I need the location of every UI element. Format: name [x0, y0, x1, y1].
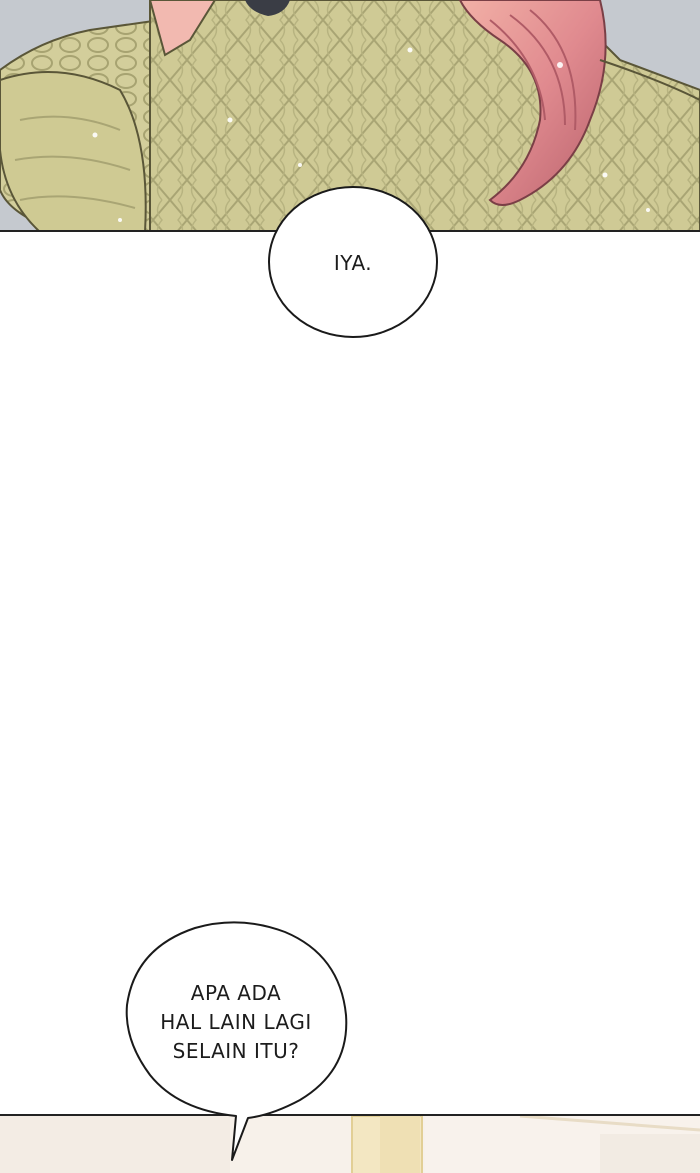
room-illustration — [0, 1116, 700, 1173]
sweater-illustration — [0, 0, 700, 230]
speech-bubble-2-line: APA ADA — [190, 981, 282, 1005]
speech-bubble-1-text: IYA. — [333, 251, 373, 275]
panel-gutter — [0, 232, 700, 1114]
speech-bubble-2-line: SELAIN ITU? — [172, 1039, 300, 1063]
top-comic-panel — [0, 0, 700, 232]
bottom-comic-panel — [0, 1114, 700, 1173]
speech-bubble-2-line: HAL LAIN LAGI — [160, 1010, 312, 1034]
speech-bubble-2-text: APA ADA HAL LAIN LAGI SELAIN ITU? — [140, 979, 332, 1066]
